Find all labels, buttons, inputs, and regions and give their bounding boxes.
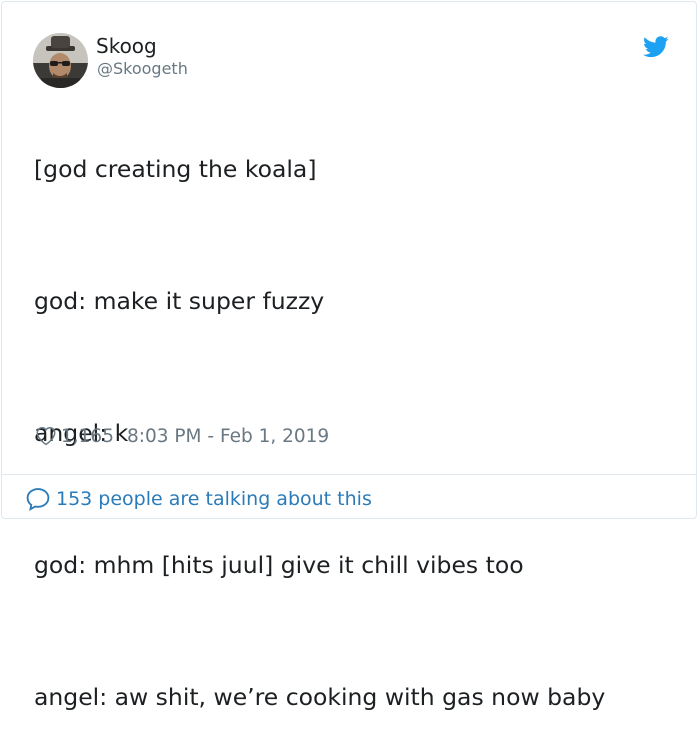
speech-bubble-icon xyxy=(26,488,50,511)
divider xyxy=(2,474,696,475)
tweet-line: angel: aw shit, we’re cooking with gas n… xyxy=(34,683,606,711)
tweet-card: Skoog @Skoogeth [god creating the koala]… xyxy=(1,1,697,711)
discussion-text[interactable]: 153 people are talking about this xyxy=(56,488,372,510)
tweet-line: god: mhm [hits juul] give it chill vibes… xyxy=(34,551,524,579)
twitter-bird-icon[interactable] xyxy=(643,36,669,58)
user-handle[interactable]: @Skoogeth xyxy=(97,59,188,79)
heart-outline-icon[interactable] xyxy=(35,425,57,447)
timestamp[interactable]: 8:03 PM - Feb 1, 2019 xyxy=(127,426,329,447)
tweet-line: god: make it super fuzzy xyxy=(34,287,325,315)
tweet-line: [god creating the koala] xyxy=(34,155,317,183)
avatar[interactable] xyxy=(33,33,88,88)
discussion-link[interactable]: 153 people are talking about this xyxy=(25,484,372,514)
display-name[interactable]: Skoog xyxy=(96,34,157,58)
tweet-meta: 1,165 8:03 PM - Feb 1, 2019 xyxy=(35,422,329,450)
avatar-photo xyxy=(33,33,88,88)
like-count[interactable]: 1,165 xyxy=(61,426,114,447)
